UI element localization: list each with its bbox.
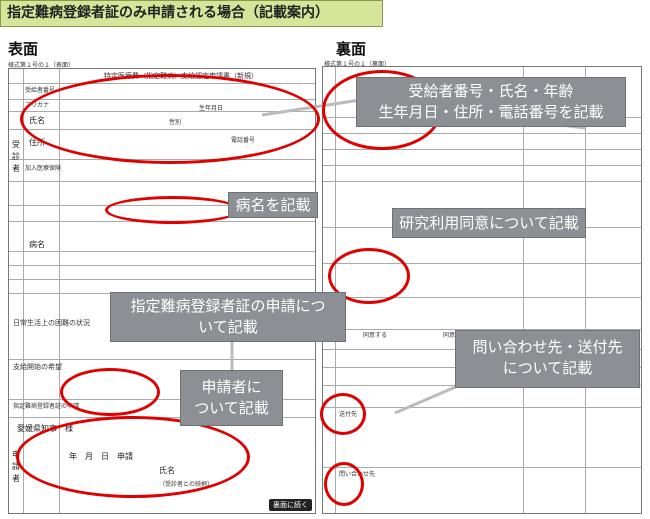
callout-personal-info: 受給者番号・氏名・年齢 生年月日・住所・電話番号を記載 [356,77,626,127]
callout-disease: 病名を記載 [228,192,318,218]
callout-contact-line-2: について記載 [502,359,593,377]
callout-registration: 指定難病登録者証の申請につ いて記載 [110,292,346,342]
callout-registration-line-1: 指定難病登録者証の申請につ [130,297,326,315]
back-ellipse-send-to [320,393,366,435]
callout-applicant-line-2: ついて記載 [194,399,269,417]
front-ellipse-disease [105,196,240,224]
callout-contact: 問い合わせ先・送付先 について記載 [455,330,640,388]
callout-applicant-line-1: 申請者に [201,378,262,396]
callout-consent-line-1: 研究利用同意について記載 [399,214,579,232]
callout-personal-info-line-1: 受給者番号・氏名・年齢 [408,82,574,100]
callout-disease-line-1: 病名を記載 [235,196,311,214]
callout-consent: 研究利用同意について記載 [392,208,586,238]
callout-personal-info-line-2: 生年月日・住所・電話番号を記載 [378,103,604,121]
callout-registration-line-2: いて記載 [198,318,258,336]
back-ellipse-contact [324,462,364,506]
callout-contact-line-1: 問い合わせ先・送付先 [472,338,623,356]
callout-applicant: 申請者に ついて記載 [180,370,283,426]
front-ellipse-registration [60,368,160,416]
front-ellipse-personal-info [20,74,320,164]
front-ellipse-applicant [16,416,250,498]
